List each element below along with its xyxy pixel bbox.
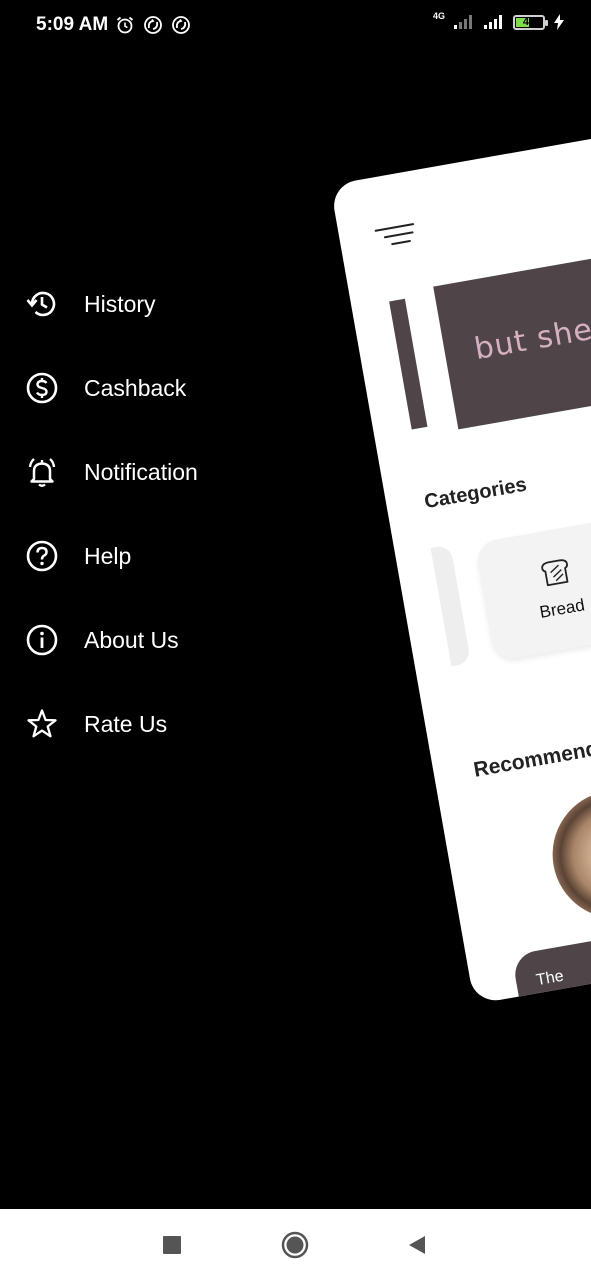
category-card-bread[interactable]: Bread [474, 517, 591, 662]
sync-icon [172, 16, 190, 34]
help-circle-icon [24, 538, 60, 574]
menu-item-label: Notification [84, 458, 198, 485]
home-icon [281, 1231, 309, 1259]
signal-icon [484, 15, 502, 29]
menu-item-notification[interactable]: Notification [24, 450, 198, 494]
history-icon [24, 286, 60, 322]
network-type: 4G [432, 11, 445, 21]
navigation-bar [0, 1209, 591, 1280]
back-icon [409, 1236, 425, 1254]
status-time: 5:09 AM [36, 14, 109, 35]
star-icon [24, 706, 60, 742]
menu-item-label: History [84, 290, 156, 317]
alarm-icon [116, 16, 134, 34]
battery-icon: 47 [513, 14, 548, 30]
battery-level: 47 [522, 15, 536, 28]
dollar-circle-icon [24, 370, 60, 406]
recommendation-card[interactable]: The clas recipe is $9 [511, 897, 591, 1005]
info-circle-icon [24, 622, 60, 658]
menu-item-help[interactable]: Help [24, 534, 131, 578]
back-button[interactable] [403, 1231, 431, 1259]
bread-icon [541, 559, 569, 587]
banner-prev [389, 298, 428, 430]
menu-item-label: Rate Us [84, 710, 168, 737]
recents-button[interactable] [158, 1231, 186, 1259]
bell-icon [24, 454, 60, 490]
recents-icon [163, 1236, 181, 1254]
sync-icon [144, 16, 162, 34]
category-label: Bread [538, 595, 587, 622]
menu-item-cashback[interactable]: Cashback [24, 366, 186, 410]
menu-item-rate-us[interactable]: Rate Us [24, 702, 167, 746]
promo-banner[interactable]: but she's no [433, 217, 591, 430]
banner-text: but she's no [471, 299, 591, 368]
food-image[interactable] [542, 780, 591, 929]
categories-title: Categories [422, 473, 529, 514]
signal-icon [454, 15, 472, 29]
app-preview[interactable]: but she's no Categories Bread Recommenda… [330, 105, 591, 1005]
menu-item-label: Cashback [84, 374, 187, 401]
recommendation-description: The clas recipe is [534, 967, 591, 1005]
menu-item-history[interactable]: History [24, 282, 156, 326]
menu-item-label: About Us [84, 626, 179, 653]
home-button[interactable] [281, 1231, 309, 1259]
hamburger-menu-icon[interactable] [374, 219, 420, 252]
recommendations-title: Recommenda [471, 735, 591, 782]
status-bar: 5:09 AM 4G 47 [0, 0, 591, 54]
category-card[interactable] [430, 544, 472, 667]
charging-icon [554, 14, 564, 30]
menu-item-about-us[interactable]: About Us [24, 618, 179, 662]
menu-item-label: Help [84, 542, 132, 569]
